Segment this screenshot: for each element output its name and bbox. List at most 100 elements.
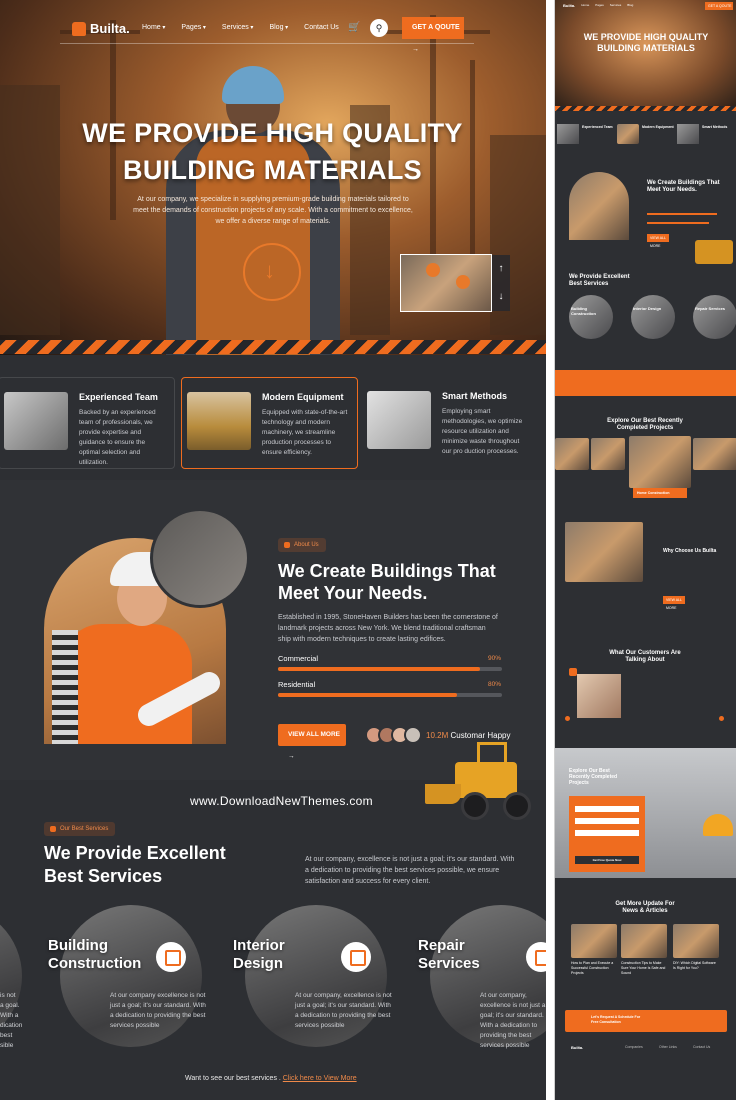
thumb-consultation-banner [565,1010,727,1032]
services-title-line2: Best Services [44,866,163,886]
thumb-project-image [555,438,589,470]
nav-link-pages[interactable]: Pages [181,24,206,31]
service-title-repair[interactable]: Repair Services [418,937,480,973]
thumb-hero-title-line2: BUILDING MATERIALS [597,43,695,53]
view-more-services: Want to see our best services . Click he… [185,1075,357,1082]
thumb-news-image [673,924,719,958]
arrow-up-icon[interactable]: ↑ [492,255,510,283]
thumb-quote-icon [569,668,577,676]
skill-percent-commercial: 90% [488,655,502,662]
feature-title: Smart Methods [442,391,508,401]
service-title-line2: Services [418,955,480,972]
thumb-service-image [693,295,736,339]
hero-thumbnail[interactable] [400,254,492,312]
services-title: We Provide Excellent Best Services [44,842,226,888]
thumb-about-title-line2: Meet Your Needs. [647,187,697,193]
thumb-news-title-line1: Get More Update For [615,901,675,907]
nav-link-contact[interactable]: Contact Us [304,24,339,31]
service-text-building: At our company excellence is not just a … [110,992,206,1029]
feature-card-smart-methods[interactable]: Smart Methods Employing smart methodolog… [362,377,539,469]
about-title-line2: Meet Your Needs. [278,583,428,603]
service-title-line1: Repair [418,937,465,954]
hazard-stripe [0,340,546,354]
services-title-line1: We Provide Excellent [44,843,226,863]
feature-text: Backed by an experienced team of profess… [79,409,156,466]
search-icon[interactable]: ⚲ [370,19,388,37]
happy-count: 10.2M [426,731,449,740]
service-title-building[interactable]: Building Construction [48,937,141,973]
about-badge: About Us [278,538,326,552]
thumb-skill-bar [647,213,717,215]
thumb-quote-button: GET A QOUTE [705,2,733,10]
service-title-interior[interactable]: Interior Design [233,937,285,973]
thumb-services-title-line2: Best Services [569,281,609,287]
arrow-down-icon[interactable]: ↓ [492,283,510,311]
thumb-form-field [575,818,639,824]
methods-image [367,391,431,449]
main-preview: ↓ Builta. Home Pages Services Blog Conta… [0,0,546,1100]
thumb-feature-image [617,124,639,144]
thumb-hazard-stripe [555,106,736,111]
nav-link-blog[interactable]: Blog [269,24,288,31]
interior-icon[interactable] [341,942,371,972]
about-title-line1: We Create Buildings That [278,561,496,581]
happy-label: Customar Happy [450,731,511,740]
get-quote-label: GET A QOUTE [412,24,460,31]
view-all-more-button[interactable]: VIEW ALL MORE → [278,724,346,760]
thumb-testimonial-title: What Our Customers Are Talking About [595,650,695,664]
service-title-line2: Construction [48,955,142,972]
thumb-projects-title-line2: Completed Projects [616,425,674,431]
customer-avatars [365,726,422,744]
feature-card-experienced-team[interactable]: Experienced Team Backed by an experience… [0,377,175,469]
thumb-services-title: We Provide Excellent Best Services [569,274,630,288]
thumb-helmet-image [703,814,733,836]
arrow-down-icon[interactable]: ↓ [264,258,275,284]
thumb-cta-button: Get Free Quote Now [575,856,639,864]
thumb-nav-link: Pages [595,3,604,7]
feature-title: Experienced Team [79,392,158,402]
thumb-footer-col: Other Links [659,1045,677,1049]
hero-section: ↓ Builta. Home Pages Services Blog Conta… [0,0,546,355]
service-text-interior: At our company, excellence is not just a… [295,992,392,1029]
skill-label-residential: Residential [278,680,316,689]
thumb-nav-link: Home [581,3,590,7]
thumb-news-image [621,924,667,958]
thumb-footer-col: Companies [625,1045,643,1049]
nav-link-services[interactable]: Services [222,24,254,31]
thumb-form-field [575,830,639,836]
nav-link-home[interactable]: Home [142,24,165,31]
view-more-link[interactable]: Click here to View More [283,1075,357,1082]
thumb-footer-brand: Builta. [571,1045,584,1050]
thumb-news-title-line2: News & Articles [622,908,668,914]
get-quote-button[interactable]: GET A QOUTE → [402,17,464,53]
thumb-feature-title: Modern Equipment [642,125,674,129]
feature-title: Modern Equipment [262,392,344,402]
brand-logo[interactable]: Builta. [72,21,130,36]
thumb-cta-title-line3: Projects [569,780,589,786]
equipment-image [187,392,251,450]
thumb-about-title-line1: We Create Buildings That [647,180,720,186]
thumb-about-image [569,172,629,240]
skill-bar-residential [278,693,502,697]
skill-bar-commercial [278,667,502,671]
thumb-service-image [631,295,675,339]
building-icon[interactable] [156,942,186,972]
cart-icon[interactable]: 🛒 [348,22,360,33]
blueprint-image [150,508,250,608]
thumb-footer-col: Contact Us [693,1045,711,1049]
view-all-label: VIEW ALL MORE [288,731,340,738]
thumb-hero-title-line1: WE PROVIDE HIGH QUALITY [583,32,709,42]
thumb-next-arrow [719,716,724,721]
feature-card-modern-equipment[interactable]: Modern Equipment Equipped with state-of-… [181,377,358,469]
thumb-project-image [591,438,625,470]
thumb-project-image [693,438,736,470]
about-title: We Create Buildings That Meet Your Needs… [278,560,518,604]
thumb-stats-band [555,370,736,396]
happy-customers: 10.2M Customar Happy [426,731,511,740]
thumb-feature-image [677,124,699,144]
view-more-prefix: Want to see our best services . [185,1075,281,1082]
full-page-thumbnail: Builta. Home Pages Services Blog GET A Q… [554,0,736,1100]
building-decoration [0,85,60,335]
service-text-repair: At our company, excellence is not just a… [480,992,546,1049]
thumb-testimonial-title-line1: What Our Customers Are [609,650,681,656]
